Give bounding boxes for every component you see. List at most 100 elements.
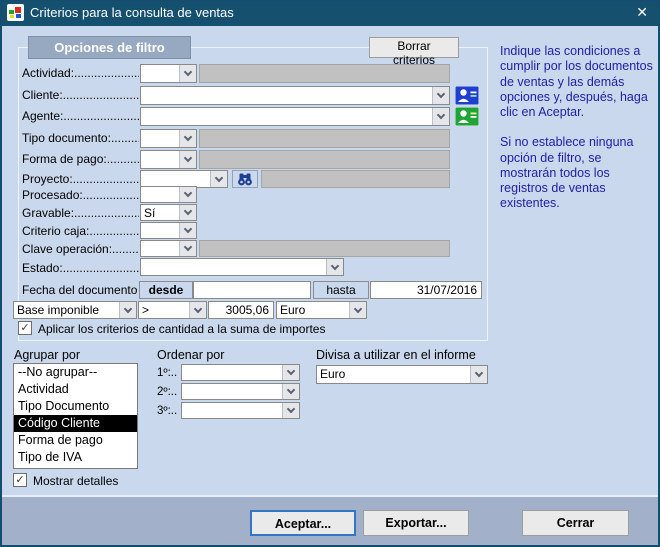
base-field-value: Base imponible [14, 302, 119, 318]
chevron-down-icon[interactable] [282, 365, 299, 380]
clear-criteria-button[interactable]: Borrar criterios [369, 37, 459, 58]
agente-label: Agente:.................................… [22, 109, 139, 124]
tipo-documento-disabled-field [199, 129, 450, 148]
checkmark-icon: ✓ [15, 475, 24, 486]
clave-operacion-disabled-field [199, 240, 450, 257]
chevron-down-icon[interactable] [179, 130, 196, 147]
clave-operacion-label: Clave operación:........................… [22, 242, 139, 257]
gravable-label: Gravable:...............................… [22, 206, 139, 221]
base-operator-combobox[interactable]: > [138, 301, 207, 319]
fecha-hasta-input[interactable]: 31/07/2016 [370, 281, 482, 299]
base-currency-combobox[interactable]: Euro [276, 301, 367, 319]
chevron-down-icon[interactable] [432, 87, 449, 104]
window-title: Criterios para la consulta de ventas [30, 5, 234, 20]
checkmark-icon: ✓ [20, 323, 29, 334]
apply-criteria-label: Aplicar los criterios de cantidad a la s… [38, 322, 325, 336]
chevron-down-icon[interactable] [189, 302, 206, 318]
criterio-caja-combobox[interactable] [140, 222, 197, 239]
agente-lookup-icon[interactable] [455, 107, 479, 126]
chevron-down-icon[interactable] [179, 205, 196, 220]
help-paragraph-1: Indique las condiciones a cumplir por lo… [500, 44, 654, 120]
chevron-down-icon[interactable] [119, 302, 136, 318]
list-item[interactable]: Tipo de IVA [14, 449, 137, 466]
proyecto-value [141, 171, 210, 187]
chevron-down-icon[interactable] [349, 302, 366, 318]
close-button[interactable]: Cerrar [522, 510, 629, 536]
help-text: Indique las condiciones a cumplir por lo… [500, 44, 654, 227]
chevron-down-icon[interactable] [179, 65, 196, 82]
chevron-down-icon[interactable] [179, 187, 196, 202]
list-item[interactable]: Actividad [14, 381, 137, 398]
estado-value [141, 259, 326, 275]
list-item-selected[interactable]: Código Cliente [14, 415, 137, 432]
close-icon[interactable]: ✕ [636, 4, 648, 21]
gravable-combobox[interactable]: Sí [140, 204, 197, 221]
list-item[interactable]: --No agrupar-- [14, 364, 137, 381]
clave-operacion-combobox[interactable] [140, 240, 197, 257]
chevron-down-icon[interactable] [282, 384, 299, 399]
desde-label: desde [139, 281, 193, 299]
cliente-combobox[interactable] [140, 86, 450, 105]
actividad-value [141, 65, 179, 82]
chevron-down-icon[interactable] [210, 171, 227, 187]
app-icon [7, 4, 24, 21]
list-item[interactable]: Tipo Documento [14, 398, 137, 415]
proyecto-search-button[interactable] [232, 170, 258, 188]
show-details-checkbox[interactable]: ✓ [13, 473, 27, 487]
chevron-down-icon[interactable] [179, 223, 196, 238]
export-button[interactable]: Exportar... [363, 510, 469, 536]
forma-de-pago-combobox[interactable] [140, 150, 197, 169]
divisa-combobox[interactable]: Euro [316, 365, 488, 384]
divisa-label: Divisa a utilizar en el informe [316, 348, 476, 362]
proyecto-label: Proyecto:...............................… [22, 172, 139, 187]
list-item[interactable]: Forma de pago [14, 432, 137, 449]
base-operator-value: > [139, 302, 189, 318]
title-bar[interactable]: Criterios para la consulta de ventas ✕ [0, 0, 660, 26]
tipo-documento-combobox[interactable] [140, 129, 197, 148]
cliente-lookup-icon[interactable] [455, 86, 479, 105]
agrupar-por-listbox[interactable]: --No agrupar-- Actividad Tipo Documento … [13, 363, 138, 469]
orden-3-label: 3º:.. [157, 405, 177, 417]
fecha-desde-input[interactable] [193, 281, 311, 299]
chevron-down-icon[interactable] [179, 151, 196, 168]
chevron-down-icon[interactable] [432, 108, 449, 125]
procesado-label: Procesado:..............................… [22, 188, 139, 203]
agente-combobox[interactable] [140, 107, 450, 126]
orden-2-value [182, 384, 282, 399]
forma-de-pago-label: Forma de pago:..........................… [22, 152, 139, 167]
agente-value [141, 108, 432, 125]
actividad-combobox[interactable] [140, 64, 197, 83]
actividad-label: Actividad:..............................… [22, 66, 139, 81]
estado-combobox[interactable] [140, 258, 344, 276]
procesado-combobox[interactable] [140, 186, 197, 203]
apply-criteria-checkbox[interactable]: ✓ [18, 321, 32, 335]
help-paragraph-2: Si no establece ninguna opción de filtro… [500, 135, 654, 211]
gravable-value: Sí [141, 205, 179, 220]
criterio-caja-label: Criterio caja:..........................… [22, 224, 139, 239]
cliente-value [141, 87, 432, 104]
orden-2-combobox[interactable] [181, 383, 300, 400]
divisa-value: Euro [317, 366, 470, 383]
orden-3-combobox[interactable] [181, 402, 300, 419]
filter-group-title: Opciones de filtro [28, 36, 191, 59]
orden-3-value [182, 403, 282, 418]
tipo-documento-label: Tipo documento:.........................… [22, 131, 139, 146]
chevron-down-icon[interactable] [179, 241, 196, 256]
show-details-label: Mostrar detalles [33, 474, 118, 488]
proyecto-disabled-field [261, 170, 450, 188]
base-amount-input[interactable]: 3005,06 [208, 301, 274, 319]
clave-operacion-value [141, 241, 179, 256]
procesado-value [141, 187, 179, 202]
base-field-combobox[interactable]: Base imponible [13, 301, 137, 319]
chevron-down-icon[interactable] [326, 259, 343, 275]
sales-query-criteria-dialog: Criterios para la consulta de ventas ✕ O… [0, 0, 660, 547]
forma-de-pago-disabled-field [199, 150, 450, 169]
accept-button[interactable]: Aceptar... [250, 510, 356, 536]
chevron-down-icon[interactable] [470, 366, 487, 383]
orden-2-label: 2º:.. [157, 386, 177, 398]
orden-1-value [182, 365, 282, 380]
orden-1-combobox[interactable] [181, 364, 300, 381]
base-currency-value: Euro [277, 302, 349, 318]
hasta-label: hasta [313, 281, 369, 299]
chevron-down-icon[interactable] [282, 403, 299, 418]
